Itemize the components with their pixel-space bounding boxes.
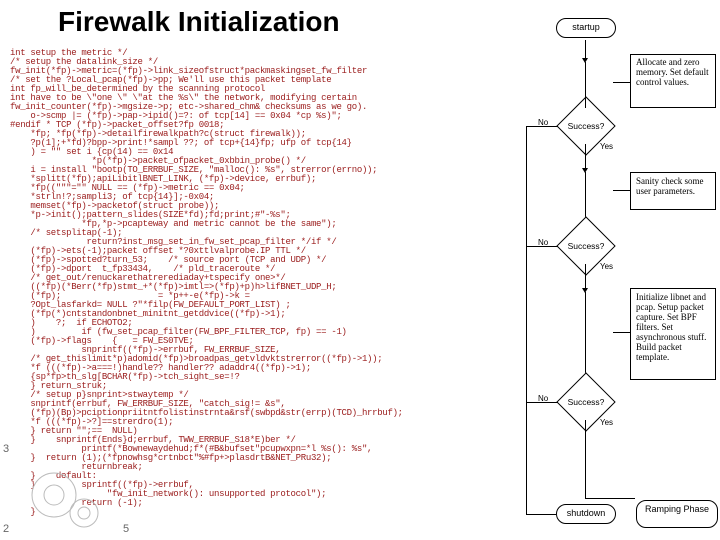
arrow: [585, 62, 586, 108]
arrow: [585, 420, 586, 498]
code-block: int setup the metric */ /* setup the dat…: [10, 49, 530, 517]
page-number-5: 5: [123, 523, 129, 535]
arrow: [585, 264, 586, 290]
label-yes: Yes: [600, 418, 613, 427]
flow-note-alloc-text: Allocate and zero memory. Set default co…: [636, 57, 714, 87]
arrow: [585, 144, 586, 170]
arrow: [585, 292, 586, 382]
arrow: [585, 498, 635, 499]
arrow: [526, 246, 558, 247]
connector: [613, 82, 630, 83]
flow-success-2: Success?: [558, 228, 614, 264]
flow-shutdown: shutdown: [556, 504, 616, 524]
arrow: [526, 126, 558, 127]
flow-success-3: Success?: [558, 384, 614, 420]
connector: [613, 332, 630, 333]
arrow: [585, 40, 586, 60]
flow-note-init-text: Initialize libnet and pcap. Setup packet…: [636, 292, 714, 362]
flow-note-sanity-text: Sanity check some user parameters.: [636, 176, 714, 196]
label-yes: Yes: [600, 142, 613, 151]
watermark-gear-icon: [6, 465, 114, 537]
page-title: Firewalk Initialization: [58, 6, 340, 38]
arrow: [526, 402, 558, 403]
flow-startup: startup: [556, 18, 616, 38]
flow-ramping: Ramping Phase: [636, 500, 718, 528]
arrow: [526, 126, 527, 514]
label-yes: Yes: [600, 262, 613, 271]
arrow: [526, 514, 556, 515]
flow-success-1: Success?: [558, 108, 614, 144]
connector: [613, 190, 630, 191]
page-number-3: 3: [3, 443, 9, 455]
